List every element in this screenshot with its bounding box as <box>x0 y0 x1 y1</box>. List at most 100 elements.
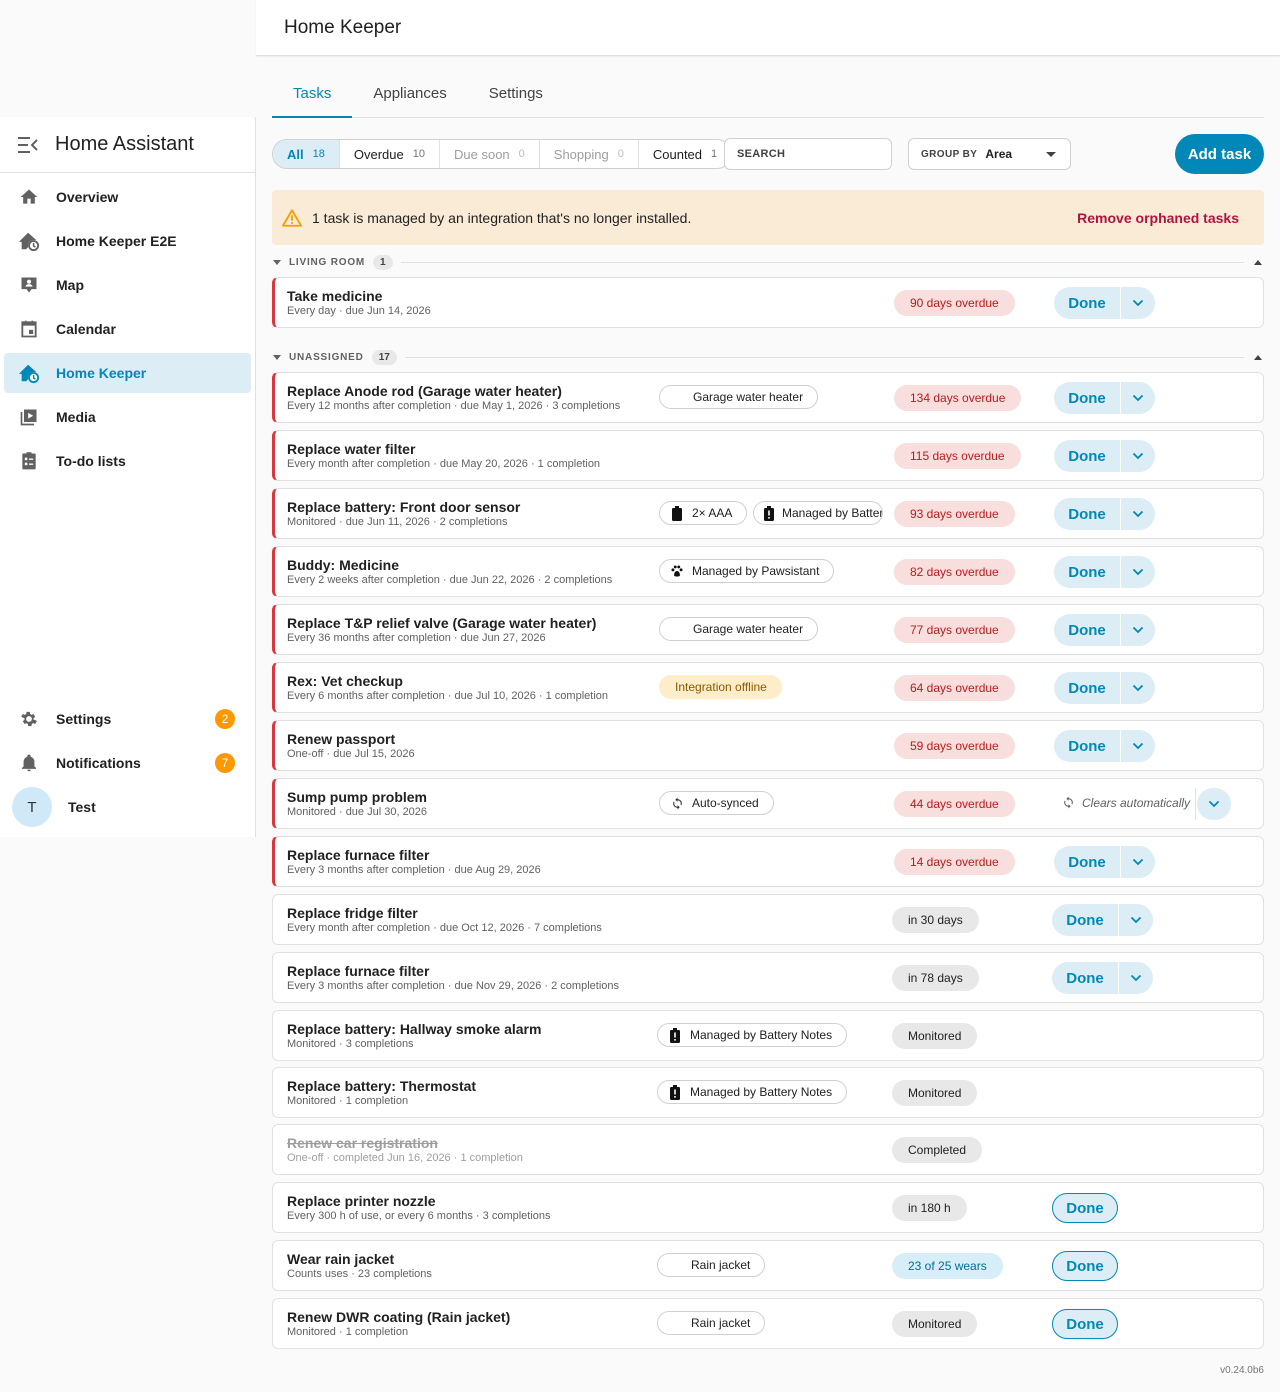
task-row[interactable]: Replace T&P relief valve (Garage water h… <box>272 604 1264 655</box>
task-row[interactable]: Replace Anode rod (Garage water heater) E… <box>272 372 1264 423</box>
task-subtitle: One-off · completed Jun 16, 2026 · 1 com… <box>287 1152 523 1164</box>
status-badge: 59 days overdue <box>894 733 1015 759</box>
task-row[interactable]: Wear rain jacket Counts uses · 23 complet… <box>272 1240 1264 1291</box>
filter-label: Due soon <box>454 146 510 162</box>
sidebar-item-calendar[interactable]: Calendar <box>4 309 251 349</box>
sidebar-item-notifications[interactable]: Notifications 7 <box>4 743 251 783</box>
chevron-down-icon[interactable] <box>1121 556 1155 588</box>
group-by-value: Area <box>985 147 1013 161</box>
task-row[interactable]: Renew car registration One-off · complete… <box>272 1124 1264 1175</box>
chevron-down-icon[interactable] <box>1121 287 1155 319</box>
sidebar-item-label: Settings <box>56 711 112 727</box>
sidebar-item-to-do-lists[interactable]: To-do lists <box>4 441 251 481</box>
filter-shopping[interactable]: Shopping 0 <box>540 140 639 168</box>
chevron-down-icon[interactable] <box>1121 440 1155 472</box>
group-count: 1 <box>373 254 393 270</box>
group-by-select[interactable]: GROUP BY Area <box>908 138 1071 170</box>
toolbar: All 18 Overdue 10 Due soon 0 Shopping 0 Counted 1… <box>272 134 1264 174</box>
chevron-down-icon[interactable] <box>1121 382 1155 414</box>
task-name: Buddy: Medicine <box>287 557 400 573</box>
collapse-triangle-icon[interactable] <box>273 259 281 265</box>
chevron-down-icon[interactable] <box>1121 846 1155 878</box>
done-button[interactable]: Done <box>1054 556 1121 588</box>
task-row[interactable]: Replace printer nozzle Every 300 h of use… <box>272 1182 1264 1233</box>
done-button[interactable]: Done <box>1052 1309 1118 1339</box>
task-chip: Garage water heater <box>659 617 819 641</box>
task-menu-button[interactable] <box>1195 788 1231 820</box>
done-button[interactable]: Done <box>1054 440 1121 472</box>
done-button[interactable]: Done <box>1052 1251 1118 1281</box>
chevron-down-icon[interactable] <box>1121 498 1155 530</box>
chip-label: Garage water heater <box>693 390 804 404</box>
filter-label: Shopping <box>553 146 609 162</box>
sidebar-item-user[interactable]: T Test <box>4 787 251 827</box>
done-button[interactable]: Done <box>1054 287 1121 319</box>
task-subtitle: Every month after completion · due Oct 1… <box>287 922 602 934</box>
sidebar-item-map[interactable]: Map <box>4 265 251 305</box>
task-row[interactable]: Replace battery: Thermostat Monitored · 1… <box>272 1067 1264 1118</box>
chevron-down-icon[interactable] <box>1121 672 1155 704</box>
status-badge: in 78 days <box>892 965 979 991</box>
filter-counted[interactable]: Counted 1 <box>639 140 731 168</box>
task-name: Take medicine <box>287 288 383 304</box>
done-button[interactable]: Done <box>1054 382 1121 414</box>
group-name: UNASSIGNED <box>289 351 364 363</box>
chip-label: Rain jacket <box>691 1316 751 1330</box>
chevron-down-icon[interactable] <box>1119 962 1153 994</box>
sidebar-item-home-keeper-e2e[interactable]: Home Keeper E2E <box>4 221 251 261</box>
chevron-down-icon[interactable] <box>1121 730 1155 762</box>
collapse-up-icon[interactable] <box>1254 354 1262 360</box>
filter-all[interactable]: All 18 <box>273 140 340 168</box>
task-row[interactable]: Renew passport One-off · due Jul 15, 2026… <box>272 720 1264 771</box>
task-row[interactable]: Take medicine Every day · due Jun 14, 202… <box>272 277 1264 328</box>
chevron-down-icon[interactable] <box>1119 904 1153 936</box>
task-row[interactable]: Replace battery: Hallway smoke alarm Moni… <box>272 1010 1264 1061</box>
done-button[interactable]: Done <box>1054 498 1121 530</box>
done-button[interactable]: Done <box>1052 962 1119 994</box>
filter-overdue[interactable]: Overdue 10 <box>340 140 440 168</box>
chevron-down-icon[interactable] <box>1121 614 1155 646</box>
add-task-button[interactable]: Add task <box>1175 134 1264 174</box>
sidebar-item-settings[interactable]: Settings 2 <box>4 699 251 739</box>
task-row[interactable]: Buddy: Medicine Every 2 weeks after compl… <box>272 546 1264 597</box>
task-row[interactable]: Replace battery: Front door sensor Monito… <box>272 488 1264 539</box>
done-button[interactable]: Done <box>1052 1193 1118 1223</box>
battery-alert-icon <box>668 1027 682 1043</box>
remove-orphaned-tasks-link[interactable]: Remove orphaned tasks <box>1077 210 1239 226</box>
sidebar-item-home-keeper[interactable]: Home Keeper <box>4 353 251 393</box>
filter-due-soon[interactable]: Due soon 0 <box>440 140 540 168</box>
task-row[interactable]: Renew DWR coating (Rain jacket) Monitored… <box>272 1298 1264 1349</box>
collapse-up-icon[interactable] <box>1254 259 1262 265</box>
tab-tasks[interactable]: Tasks <box>272 74 353 118</box>
task-row[interactable]: Replace water filter Every month after co… <box>272 430 1264 481</box>
battery-alert-icon <box>764 505 774 521</box>
task-row[interactable]: Replace furnace filter Every 3 months aft… <box>272 836 1264 887</box>
done-split-button: Done <box>1054 287 1155 319</box>
tab-appliances[interactable]: Appliances <box>352 74 467 117</box>
task-chip: Managed by Battery Notes <box>753 501 883 525</box>
task-row[interactable]: Sump pump problem Monitored · due Jul 30,… <box>272 778 1264 829</box>
done-button[interactable]: Done <box>1054 614 1121 646</box>
done-button[interactable]: Done <box>1054 846 1121 878</box>
done-button[interactable]: Done <box>1054 730 1121 762</box>
task-row[interactable]: Replace furnace filter Every 3 months aft… <box>272 952 1264 1003</box>
task-row[interactable]: Rex: Vet checkup Every 6 months after com… <box>272 662 1264 713</box>
menu-collapse-icon[interactable] <box>18 135 38 155</box>
collapse-triangle-icon[interactable] <box>273 354 281 360</box>
task-row[interactable]: Replace fridge filter Every month after c… <box>272 894 1264 945</box>
done-button[interactable]: Done <box>1054 672 1121 704</box>
sidebar-item-media[interactable]: Media <box>4 397 251 437</box>
home-icon <box>18 186 40 208</box>
task-chip: 2× AAA <box>659 501 748 525</box>
task-name: Replace fridge filter <box>287 905 418 921</box>
sidebar-panel: Home Assistant Overview Home Keeper E2E Ma… <box>0 117 256 837</box>
clears-text: Clears automatically <box>1082 796 1191 810</box>
sidebar-item-overview[interactable]: Overview <box>4 177 251 217</box>
filter-count: 0 <box>518 148 525 160</box>
tab-settings[interactable]: Settings <box>468 74 564 117</box>
search-input[interactable]: SEARCH <box>724 138 892 170</box>
filter-segmented-control: All 18 Overdue 10 Due soon 0 Shopping 0 Counted 1 <box>272 139 733 169</box>
status-badge: in 30 days <box>892 907 979 933</box>
task-subtitle: Every 6 months after completion · due Ju… <box>287 690 609 702</box>
done-button[interactable]: Done <box>1052 904 1119 936</box>
